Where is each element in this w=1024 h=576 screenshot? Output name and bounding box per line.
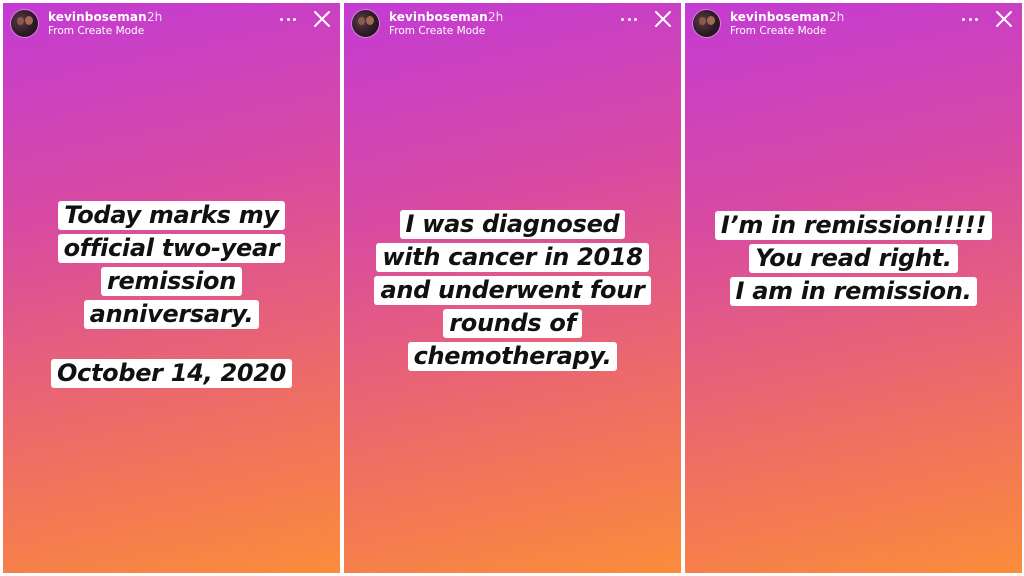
caption-line: official two-year xyxy=(57,234,286,263)
story-collage: kevinboseman 2h From Create Mode Today m… xyxy=(0,0,1024,576)
more-options-icon[interactable] xyxy=(621,15,637,23)
post-time: 2h xyxy=(488,10,504,24)
more-options-icon[interactable] xyxy=(280,15,296,23)
profile-avatar[interactable] xyxy=(11,10,38,37)
caption-line: with cancer in 2018 xyxy=(376,243,649,272)
create-mode-label: From Create Mode xyxy=(389,25,486,37)
story-caption: I’m in remission!!!!! You read right. I … xyxy=(685,209,1022,308)
username[interactable]: kevinboseman xyxy=(389,10,488,24)
caption-line: and underwent four xyxy=(374,276,651,305)
post-time: 2h xyxy=(829,10,845,24)
caption-line: I was diagnosed xyxy=(399,210,626,239)
caption-line: chemotherapy. xyxy=(407,342,618,371)
close-icon[interactable] xyxy=(653,9,673,29)
story-header: kevinboseman 2h From Create Mode xyxy=(693,6,1014,40)
story-header: kevinboseman 2h From Create Mode xyxy=(352,6,673,40)
username[interactable]: kevinboseman xyxy=(730,10,829,24)
caption-line: I’m in remission!!!!! xyxy=(714,211,993,240)
caption-line: I am in remission. xyxy=(729,277,978,306)
caption-line: You read right. xyxy=(749,244,958,273)
username[interactable]: kevinboseman xyxy=(48,10,147,24)
story-header: kevinboseman 2h From Create Mode xyxy=(11,6,332,40)
create-mode-label: From Create Mode xyxy=(730,25,827,37)
profile-avatar[interactable] xyxy=(352,10,379,37)
close-icon[interactable] xyxy=(312,9,332,29)
profile-avatar[interactable] xyxy=(693,10,720,37)
story-caption: Today marks my official two-year remissi… xyxy=(3,199,340,390)
story-panel-3[interactable]: kevinboseman 2h From Create Mode I’m in … xyxy=(685,3,1022,573)
create-mode-label: From Create Mode xyxy=(48,25,145,37)
story-panel-1[interactable]: kevinboseman 2h From Create Mode Today m… xyxy=(3,3,340,573)
caption-line: anniversary. xyxy=(83,300,260,329)
story-caption: I was diagnosed with cancer in 2018 and … xyxy=(344,208,681,373)
more-options-icon[interactable] xyxy=(962,15,978,23)
date-line: October 14, 2020 xyxy=(50,359,293,388)
story-panel-2[interactable]: kevinboseman 2h From Create Mode I was d… xyxy=(344,3,681,573)
caption-line: remission xyxy=(100,267,243,296)
caption-line: Today marks my xyxy=(58,201,285,230)
caption-line: rounds of xyxy=(443,309,582,338)
close-icon[interactable] xyxy=(994,9,1014,29)
post-time: 2h xyxy=(147,10,163,24)
